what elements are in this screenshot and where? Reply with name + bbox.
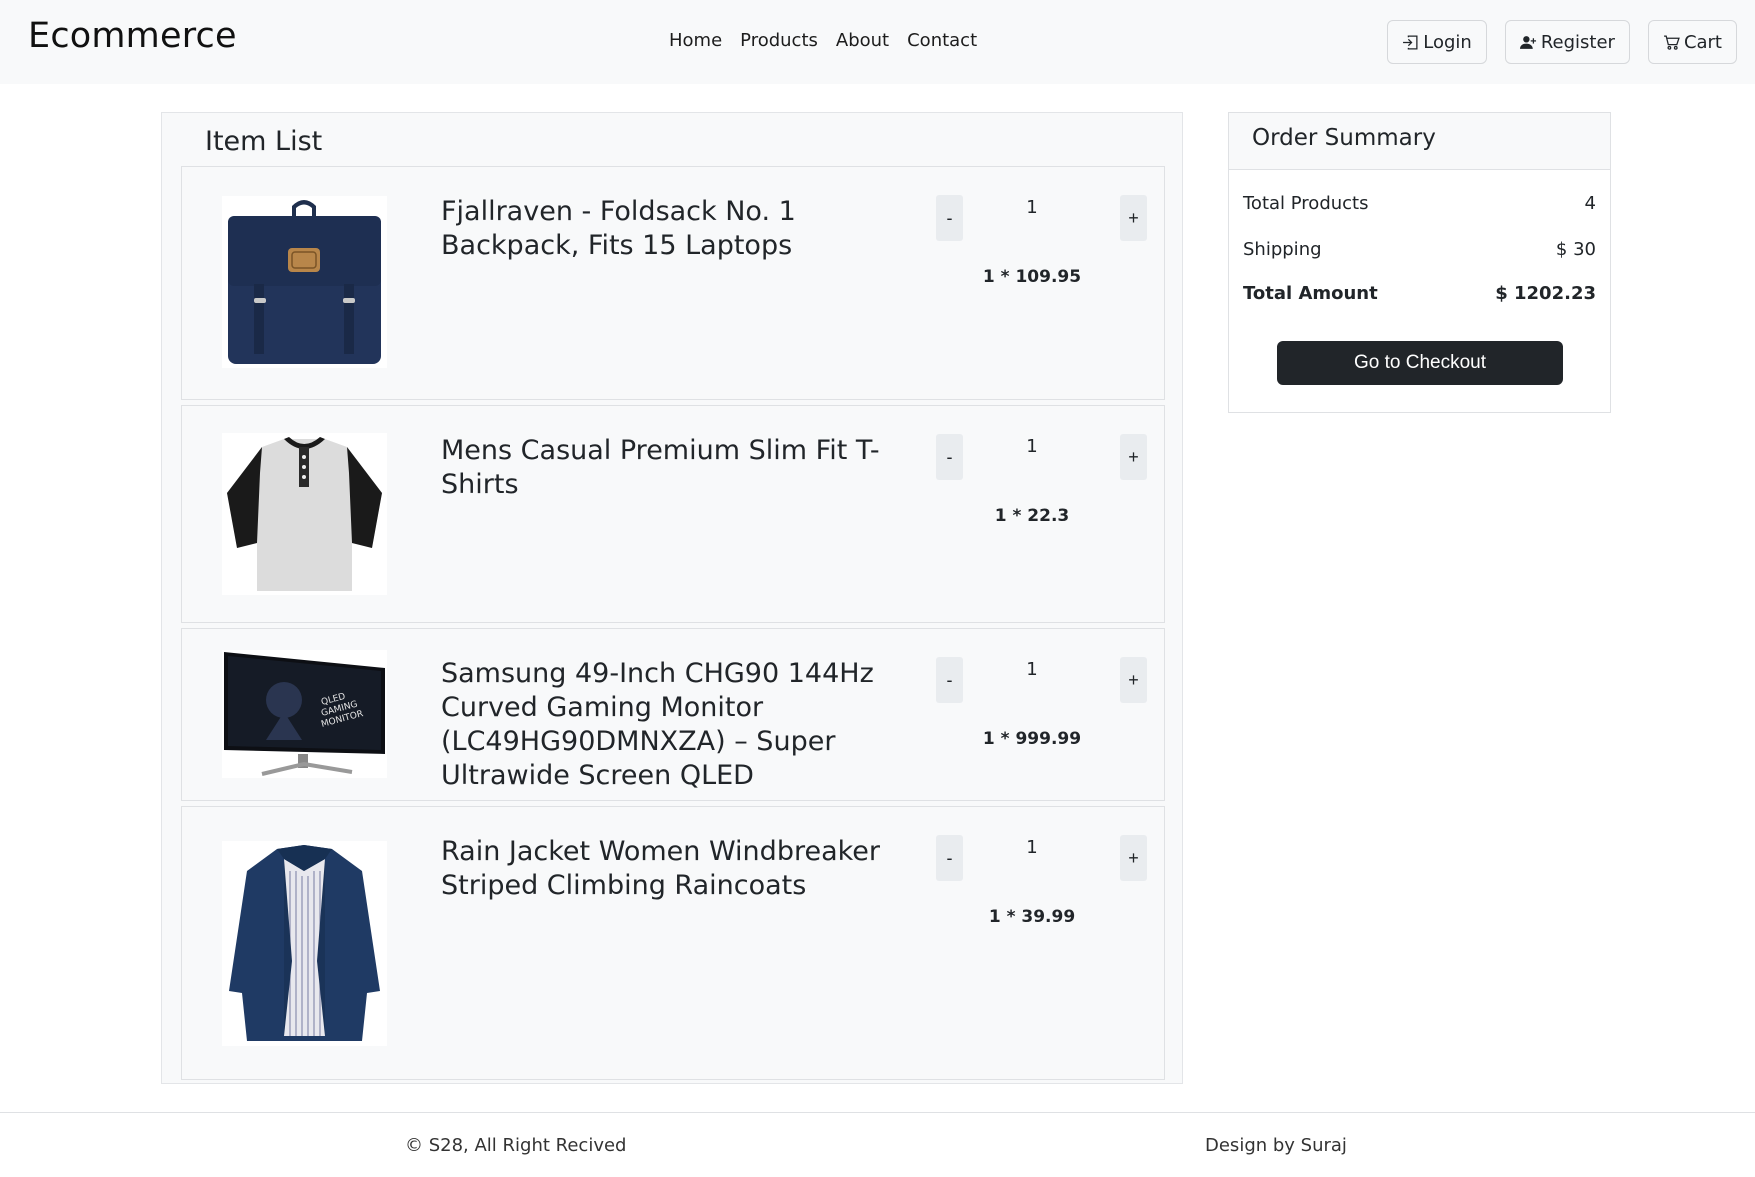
item-subtotal: 1 * 39.99 xyxy=(988,907,1076,927)
cart-button[interactable]: Cart xyxy=(1647,20,1737,64)
shipping-row: Shipping $ 30 xyxy=(1243,239,1596,260)
product-image: QLED GAMING MONITOR xyxy=(222,650,387,778)
total-amount-label: Total Amount xyxy=(1243,283,1378,304)
quantity-value: 1 xyxy=(1026,659,1038,680)
user-plus-icon xyxy=(1519,35,1536,49)
register-button[interactable]: Register xyxy=(1504,20,1630,64)
item-subtotal: 1 * 109.95 xyxy=(982,267,1082,287)
total-products-value: 4 xyxy=(1584,193,1596,214)
nav-link-home[interactable]: Home xyxy=(660,30,731,51)
item-subtotal: 1 * 999.99 xyxy=(982,729,1082,749)
cart-icon xyxy=(1664,34,1680,50)
quantity-value: 1 xyxy=(1026,837,1038,858)
copyright-text: © S28, All Right Recived xyxy=(405,1135,627,1156)
backpack-image xyxy=(222,196,387,368)
item-list-title: Item List xyxy=(205,126,323,157)
tshirt-image xyxy=(222,433,387,595)
decrease-quantity-button[interactable]: - xyxy=(936,835,963,881)
nav-actions: Login Register Cart xyxy=(1387,20,1737,64)
monitor-image: QLED GAMING MONITOR xyxy=(222,650,387,778)
quantity-value: 1 xyxy=(1026,436,1038,457)
total-amount-row: Total Amount $ 1202.23 xyxy=(1243,283,1596,304)
increase-quantity-button[interactable]: + xyxy=(1120,835,1147,881)
nav-link-contact[interactable]: Contact xyxy=(898,30,986,51)
login-icon xyxy=(1403,34,1418,50)
checkout-button[interactable]: Go to Checkout xyxy=(1277,341,1563,385)
order-summary-card: Order Summary Total Products 4 Shipping … xyxy=(1228,112,1611,413)
login-button[interactable]: Login xyxy=(1387,20,1487,64)
nav-link-about[interactable]: About xyxy=(827,30,898,51)
quantity-value: 1 xyxy=(1026,197,1038,218)
jacket-image xyxy=(222,841,387,1046)
cart-item: Mens Casual Premium Slim Fit T-Shirts - … xyxy=(181,405,1165,623)
order-summary-title: Order Summary xyxy=(1229,113,1610,170)
cart-label: Cart xyxy=(1683,31,1722,53)
shipping-value: $ 30 xyxy=(1555,239,1596,260)
designer-credit: Design by Suraj xyxy=(1205,1135,1347,1156)
increase-quantity-button[interactable]: + xyxy=(1120,657,1147,703)
product-title[interactable]: Mens Casual Premium Slim Fit T-Shirts xyxy=(441,434,921,502)
product-title[interactable]: Fjallraven - Foldsack No. 1 Backpack, Fi… xyxy=(441,195,921,263)
product-image xyxy=(222,433,387,595)
total-products-label: Total Products xyxy=(1243,193,1369,214)
shipping-label: Shipping xyxy=(1243,239,1322,260)
decrease-quantity-button[interactable]: - xyxy=(936,657,963,703)
decrease-quantity-button[interactable]: - xyxy=(936,434,963,480)
cart-item: Fjallraven - Foldsack No. 1 Backpack, Fi… xyxy=(181,166,1165,400)
product-title[interactable]: Samsung 49-Inch CHG90 144Hz Curved Gamin… xyxy=(441,657,921,793)
nav-link-products[interactable]: Products xyxy=(731,30,827,51)
brand-logo[interactable]: Ecommerce xyxy=(28,16,237,56)
register-label: Register xyxy=(1540,31,1615,53)
cart-item: Rain Jacket Women Windbreaker Striped Cl… xyxy=(181,806,1165,1080)
total-products-row: Total Products 4 xyxy=(1243,193,1596,214)
login-label: Login xyxy=(1423,31,1472,53)
product-image xyxy=(222,196,387,368)
cart-item: QLED GAMING MONITOR Samsung 49-Inch CHG9… xyxy=(181,628,1165,801)
increase-quantity-button[interactable]: + xyxy=(1120,434,1147,480)
item-list-card: Item List Fjallraven - Foldsack No. 1 Ba… xyxy=(161,112,1183,1084)
product-title[interactable]: Rain Jacket Women Windbreaker Striped Cl… xyxy=(441,835,921,903)
item-subtotal: 1 * 22.3 xyxy=(994,506,1070,526)
footer: © S28, All Right Recived Design by Suraj xyxy=(0,1112,1755,1177)
decrease-quantity-button[interactable]: - xyxy=(936,195,963,241)
total-amount-value: $ 1202.23 xyxy=(1495,283,1596,304)
nav-links: Home Products About Contact xyxy=(660,30,986,51)
product-image xyxy=(222,841,387,1046)
increase-quantity-button[interactable]: + xyxy=(1120,195,1147,241)
navbar: Ecommerce Home Products About Contact Lo… xyxy=(0,0,1755,84)
